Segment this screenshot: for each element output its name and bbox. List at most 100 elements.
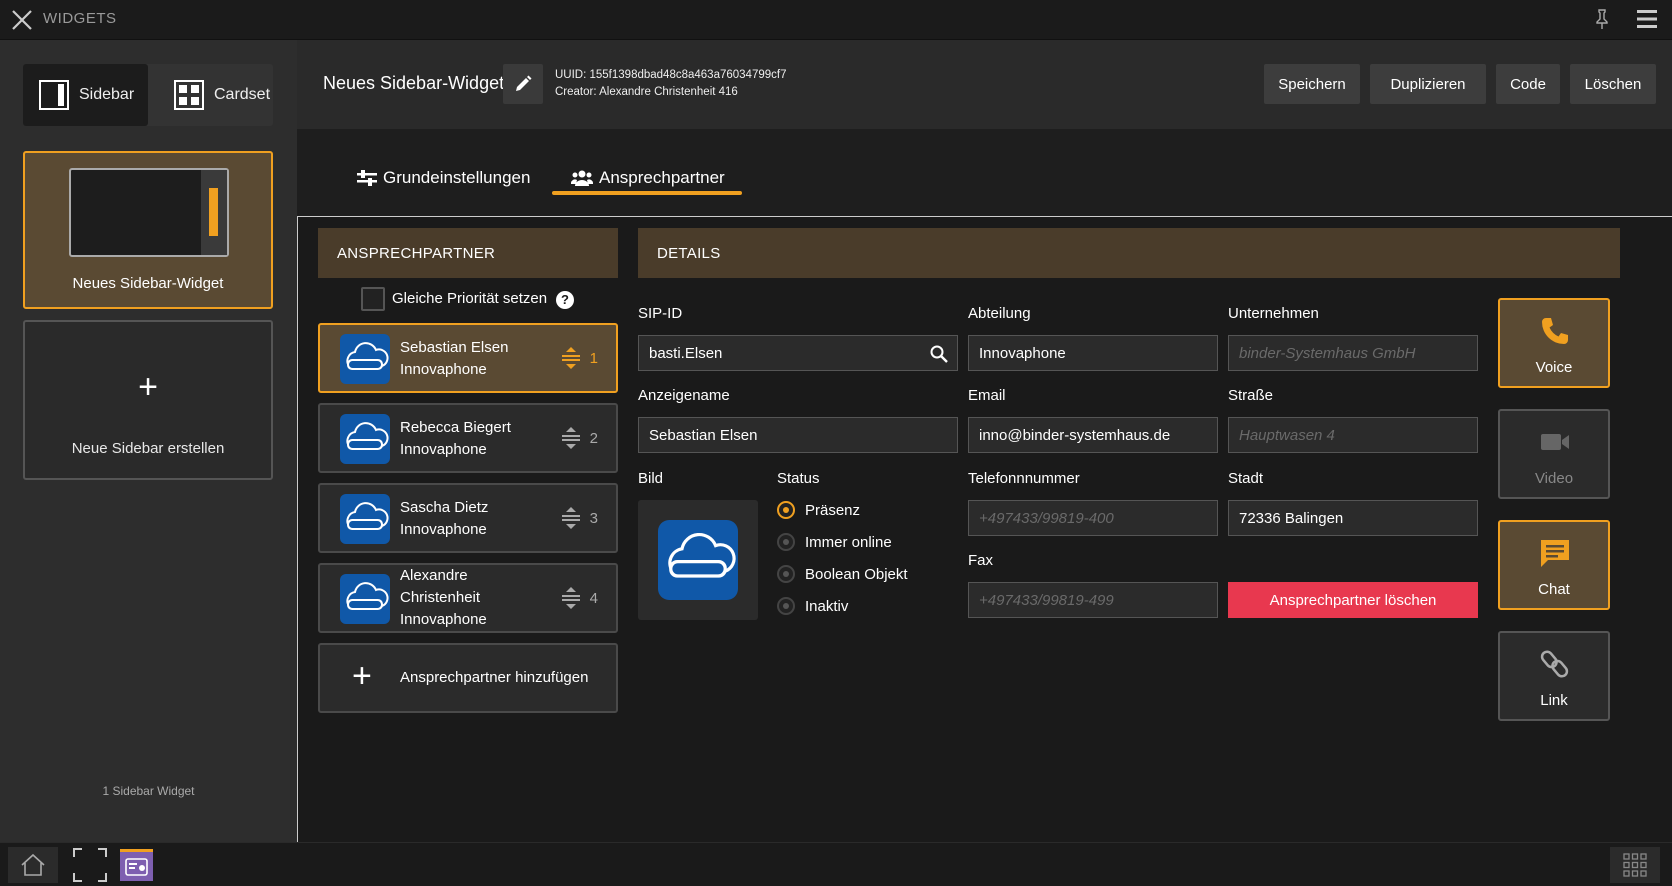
cardset-toggle-button[interactable]: Cardset: [158, 64, 273, 126]
voice-button[interactable]: Voice: [1498, 298, 1610, 388]
sip-label: SIP-ID: [638, 305, 683, 322]
video-button[interactable]: Video: [1498, 409, 1610, 499]
save-button[interactable]: Speichern: [1264, 64, 1360, 104]
chat-button[interactable]: Chat: [1498, 520, 1610, 610]
binder-logo-icon: [340, 414, 390, 464]
fax-label: Fax: [968, 552, 994, 569]
contact-item[interactable]: Rebecca Biegert Innovaphone 2: [318, 403, 618, 473]
sidebar-widget-card[interactable]: Neues Sidebar-Widget: [23, 151, 273, 309]
contact-name: Alexandre: [400, 567, 468, 584]
delete-widget-button[interactable]: Löschen: [1570, 64, 1656, 104]
priority-number: 2: [589, 429, 598, 447]
hamburger-menu-icon[interactable]: [1636, 7, 1658, 31]
contact-item[interactable]: Sascha Dietz Innovaphone 3: [318, 483, 618, 553]
delete-contact-button[interactable]: Ansprechpartner löschen: [1228, 582, 1478, 618]
company-input[interactable]: binder-Systemhaus GmbH: [1228, 335, 1478, 371]
sip-value: basti.Elsen: [649, 344, 723, 362]
contacts-heading: ANSPRECHPARTNER: [318, 228, 618, 278]
contact-priority[interactable]: 2: [561, 427, 598, 449]
widgets-app-icon[interactable]: [120, 849, 153, 881]
widget-preview: [69, 168, 229, 257]
taskbar: [0, 842, 1672, 886]
duplicate-button[interactable]: Duplizieren: [1370, 64, 1486, 104]
city-label: Stadt: [1228, 470, 1264, 487]
link-label: Link: [1540, 692, 1568, 709]
display-name-input[interactable]: Sebastian Elsen: [638, 417, 958, 453]
status-label: Status: [777, 470, 820, 487]
fullscreen-icon[interactable]: [72, 847, 108, 883]
app-grid-button[interactable]: [1610, 847, 1660, 883]
city-input[interactable]: 72336 Balingen: [1228, 500, 1478, 536]
contact-text: Sebastian Elsen Innovaphone: [400, 337, 508, 381]
status-option-always-online[interactable]: Immer online: [777, 533, 892, 551]
radio-dot: [777, 501, 795, 519]
status-option-label: Inaktiv: [805, 597, 849, 615]
close-icon[interactable]: [10, 8, 34, 32]
drag-sort-icon: [561, 427, 580, 449]
contact-name: Rebecca Biegert: [400, 419, 511, 436]
edit-name-button[interactable]: [503, 64, 543, 104]
radio-dot: [777, 597, 795, 615]
view-switcher: Sidebar Cardset: [23, 64, 273, 126]
fax-input[interactable]: +497433/99819-499: [968, 582, 1218, 618]
home-icon: [21, 853, 45, 876]
active-tab-indicator: [552, 191, 742, 195]
radio-dot: [777, 565, 795, 583]
sidebar-toggle-button[interactable]: Sidebar: [23, 64, 148, 126]
home-button[interactable]: [8, 847, 58, 883]
code-button[interactable]: Code: [1496, 64, 1560, 104]
search-icon[interactable]: [929, 344, 949, 364]
status-option-label: Präsenz: [805, 501, 861, 519]
sip-input[interactable]: basti.Elsen: [638, 335, 958, 371]
status-option-inactive[interactable]: Inaktiv: [777, 597, 848, 615]
phone-label: Telefonnnummer: [968, 470, 1080, 487]
contact-priority[interactable]: 4: [561, 587, 598, 609]
plus-icon: +: [138, 368, 158, 406]
binder-logo-icon: [340, 574, 390, 624]
same-priority-label: Gleiche Priorität setzen: [392, 290, 548, 307]
help-icon[interactable]: ?: [556, 291, 574, 309]
status-option-boolean-object[interactable]: Boolean Objekt: [777, 565, 908, 583]
link-icon: [1540, 650, 1569, 678]
contact-item[interactable]: Alexandre Christenheit Innovaphone 4: [318, 563, 618, 633]
uuid-text: UUID: 155f1398dbad48c8a463a76034799cf7: [555, 69, 787, 81]
contact-company: Innovaphone: [400, 611, 487, 628]
radio-dot: [777, 533, 795, 551]
tab-contacts[interactable]: Ansprechpartner: [571, 163, 725, 193]
status-option-presence[interactable]: Präsenz: [777, 501, 860, 519]
contact-company: Innovaphone: [400, 521, 487, 538]
contact-priority[interactable]: 1: [561, 347, 598, 369]
sidebar-layout-icon: [39, 80, 69, 110]
sliders-icon: [357, 170, 377, 186]
phone-icon: [1542, 318, 1568, 344]
phone-input[interactable]: +497433/99819-400: [968, 500, 1218, 536]
picture-label: Bild: [638, 470, 664, 487]
creator-text: Creator: Alexandre Christenheit 416: [555, 86, 738, 98]
contact-text: Sascha Dietz Innovaphone: [400, 497, 488, 541]
editor-header: Neues Sidebar-Widget UUID: 155f1398dbad4…: [297, 40, 1672, 129]
add-contact-label: Ansprechpartner hinzufügen: [400, 669, 589, 686]
pin-icon[interactable]: [1591, 8, 1613, 30]
new-sidebar-label: Neue Sidebar erstellen: [71, 440, 225, 457]
plus-icon: +: [352, 657, 372, 695]
street-input[interactable]: Hauptwasen 4: [1228, 417, 1478, 453]
display-name-label: Anzeigename: [638, 387, 730, 404]
tab-bar: Grundeinstellungen Ansprechpartner: [297, 129, 1672, 216]
widget-meta: UUID: 155f1398dbad48c8a463a76034799cf7 C…: [555, 67, 786, 101]
company-label: Unternehmen: [1228, 305, 1319, 322]
video-camera-icon: [1541, 434, 1569, 450]
add-contact-button[interactable]: + Ansprechpartner hinzufügen: [318, 643, 618, 713]
same-priority-checkbox[interactable]: [361, 287, 385, 311]
picture-upload[interactable]: [638, 500, 758, 620]
details-heading: DETAILS: [638, 228, 1620, 278]
contact-name: Sebastian Elsen: [400, 339, 509, 356]
contact-priority[interactable]: 3: [561, 507, 598, 529]
link-button[interactable]: Link: [1498, 631, 1610, 721]
department-input[interactable]: Innovaphone: [968, 335, 1218, 371]
tab-basic-settings[interactable]: Grundeinstellungen: [357, 163, 530, 193]
new-sidebar-button[interactable]: + Neue Sidebar erstellen: [23, 320, 273, 480]
title-bar: WIDGETS: [0, 0, 1672, 40]
street-label: Straße: [1228, 387, 1274, 404]
email-input[interactable]: inno@binder-systemhaus.de: [968, 417, 1218, 453]
contact-item[interactable]: Sebastian Elsen Innovaphone 1: [318, 323, 618, 393]
